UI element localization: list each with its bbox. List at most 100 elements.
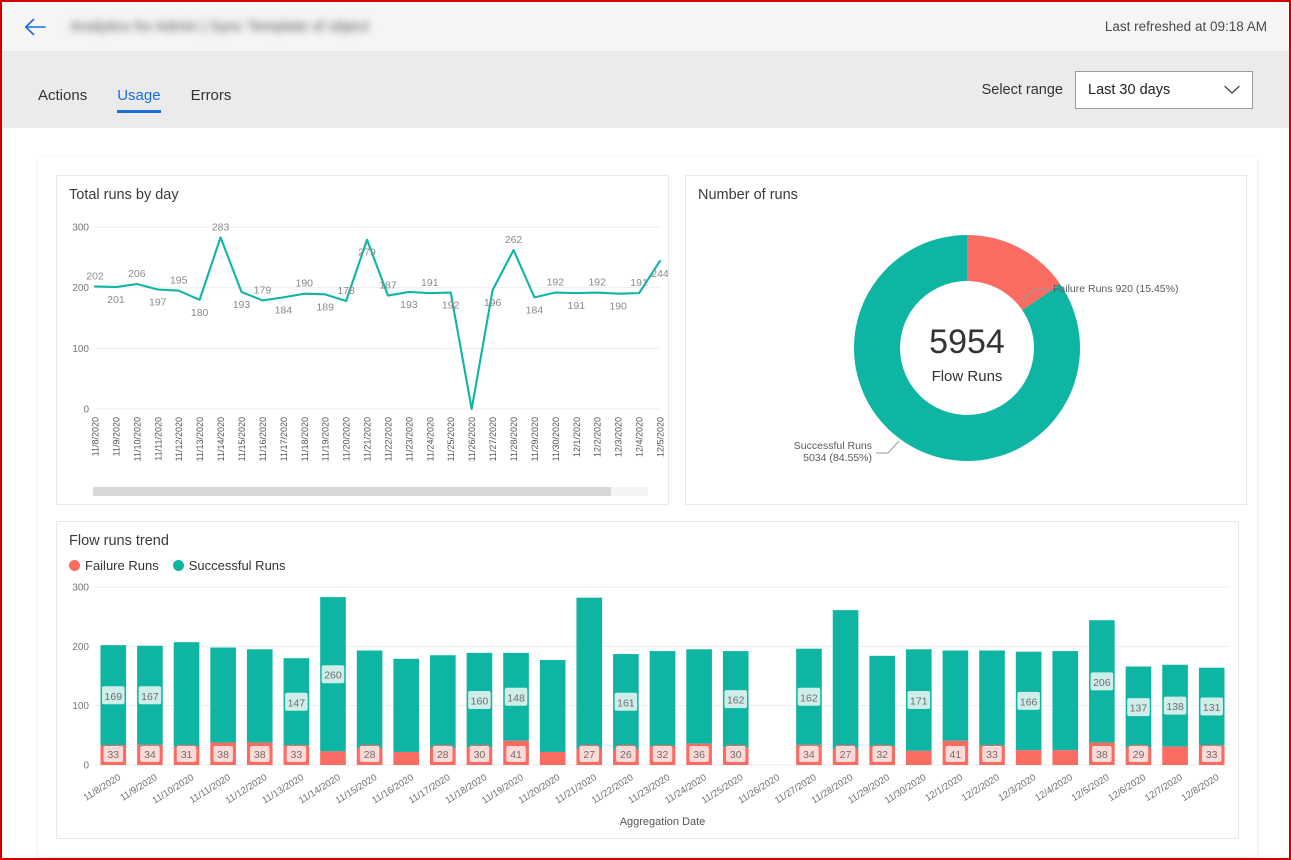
legend-item-failure-runs[interactable]: Failure Runs [69,558,159,573]
analytics-page: Analytics for Admin | Sync Template of o… [0,0,1291,860]
svg-text:180: 180 [191,307,209,319]
svg-text:Flow Runs: Flow Runs [932,368,1003,385]
svg-text:178: 178 [337,285,355,297]
svg-text:0: 0 [83,405,89,416]
svg-text:12/5/2020: 12/5/2020 [656,417,666,457]
svg-text:33: 33 [107,749,119,761]
svg-text:12/2/2020: 12/2/2020 [960,772,1002,804]
svg-text:138: 138 [1166,701,1184,713]
svg-text:29: 29 [1133,749,1145,761]
tab-list: Actions Usage Errors [38,67,231,113]
legend-label-failure-runs: Failure Runs [85,558,159,573]
svg-text:11/8/2020: 11/8/2020 [82,772,123,803]
svg-text:11/16/2020: 11/16/2020 [258,417,268,461]
svg-text:200: 200 [72,642,89,653]
tab-actions[interactable]: Actions [38,88,87,113]
total-runs-by-day-chart[interactable]: 0100200300202201206197195180283193179184… [57,203,668,503]
svg-text:148: 148 [507,692,525,704]
svg-text:184: 184 [526,304,544,316]
svg-text:12/6/2020: 12/6/2020 [1106,772,1148,804]
svg-text:11/26/2020: 11/26/2020 [467,417,477,461]
tab-bar: Actions Usage Errors Select range Last 3… [2,52,1289,128]
svg-text:161: 161 [617,697,635,709]
svg-text:11/13/2020: 11/13/2020 [195,417,205,461]
svg-text:193: 193 [400,299,418,311]
svg-text:11/27/2020: 11/27/2020 [488,417,498,461]
svg-text:11/20/2020: 11/20/2020 [342,417,352,461]
svg-text:41: 41 [510,749,522,761]
svg-text:137: 137 [1130,703,1148,715]
svg-text:167: 167 [141,691,159,703]
line-chart-scrollbar-thumb[interactable] [93,487,611,496]
svg-text:5034 (84.55%): 5034 (84.55%) [803,452,872,464]
svg-text:30: 30 [474,749,486,761]
svg-text:11/29/2020: 11/29/2020 [530,417,540,461]
flow-runs-trend-title: Flow runs trend [69,533,169,549]
svg-text:Aggregation Date: Aggregation Date [620,816,706,828]
svg-text:191: 191 [421,277,439,289]
svg-text:27: 27 [840,749,852,761]
svg-text:33: 33 [1206,749,1218,761]
svg-text:30: 30 [730,749,742,761]
usage-content-panel: Total runs by day 0 100 200 300 202 201 206 197… [38,157,1257,857]
svg-text:12/4/2020: 12/4/2020 [1033,772,1075,804]
svg-text:162: 162 [727,695,745,707]
svg-text:11/18/2020: 11/18/2020 [300,417,310,461]
svg-text:244: 244 [651,268,668,280]
line-chart-scrollbar[interactable] [93,487,648,496]
legend-dot-failure-icon [69,560,80,571]
number-of-runs-donut-chart[interactable]: 5954 Flow Runs Failure Runs 920 (15.45%) Su… [686,203,1246,503]
svg-text:Failure Runs 920 (15.45%): Failure Runs 920 (15.45%) [1053,283,1178,295]
total-runs-by-day-title: Total runs by day [69,187,179,203]
svg-text:11/25/2020: 11/25/2020 [446,417,456,461]
svg-text:162: 162 [800,692,818,704]
tab-errors[interactable]: Errors [191,88,232,113]
svg-text:12/5/2020: 12/5/2020 [1070,772,1112,804]
tab-usage[interactable]: Usage [117,88,161,113]
svg-text:11/19/2020: 11/19/2020 [321,417,331,461]
svg-text:5954: 5954 [929,323,1005,361]
svg-text:260: 260 [324,670,342,682]
svg-text:160: 160 [471,696,489,708]
svg-text:11/14/2020: 11/14/2020 [216,417,226,461]
svg-text:201: 201 [107,294,125,306]
svg-text:31: 31 [181,749,193,761]
title-bar: Analytics for Admin | Sync Template of o… [2,2,1289,52]
svg-text:12/8/2020: 12/8/2020 [1180,772,1222,804]
range-dropdown-value: Last 30 days [1088,82,1171,98]
svg-text:36: 36 [693,749,705,761]
svg-text:196: 196 [484,297,502,309]
svg-text:12/1/2020: 12/1/2020 [572,417,582,457]
svg-text:11/30/2020: 11/30/2020 [551,417,561,461]
svg-text:0: 0 [83,761,89,772]
top-charts-row: Total runs by day 0 100 200 300 202 201 206 197… [56,175,1247,505]
flow-runs-trend-chart[interactable]: 0 100 200 300 33 169 34 167 31 38 38 33 147 260 28 28 30… [57,573,1238,829]
svg-text:300: 300 [72,223,89,234]
page-title: Analytics for Admin | Sync Template of o… [70,18,369,35]
svg-text:12/3/2020: 12/3/2020 [614,417,624,457]
legend-item-successful-runs[interactable]: Successful Runs [172,558,286,573]
svg-text:100: 100 [72,701,89,712]
last-refreshed-label: Last refreshed at 09:18 AM [1104,19,1267,34]
svg-text:191: 191 [630,277,648,289]
svg-text:11/9/2020: 11/9/2020 [111,417,121,456]
svg-text:34: 34 [803,749,815,761]
svg-text:206: 206 [1093,677,1111,689]
svg-text:131: 131 [1203,702,1221,714]
svg-text:33: 33 [986,749,998,761]
svg-text:202: 202 [86,270,104,282]
svg-text:190: 190 [295,278,313,290]
svg-text:27: 27 [583,749,595,761]
svg-text:11/17/2020: 11/17/2020 [279,417,289,461]
svg-text:28: 28 [437,749,449,761]
svg-text:283: 283 [212,221,230,233]
range-dropdown[interactable]: Last 30 days [1075,71,1253,109]
svg-text:187: 187 [379,280,397,292]
total-runs-by-day-card: Total runs by day 0 100 200 300 202 201 206 197… [56,175,669,505]
svg-text:193: 193 [233,299,251,311]
svg-text:11/15/2020: 11/15/2020 [237,417,247,461]
back-button[interactable] [18,10,52,44]
select-range-label: Select range [981,82,1063,98]
svg-text:300: 300 [72,583,89,594]
range-selector-group: Select range Last 30 days [982,71,1253,109]
